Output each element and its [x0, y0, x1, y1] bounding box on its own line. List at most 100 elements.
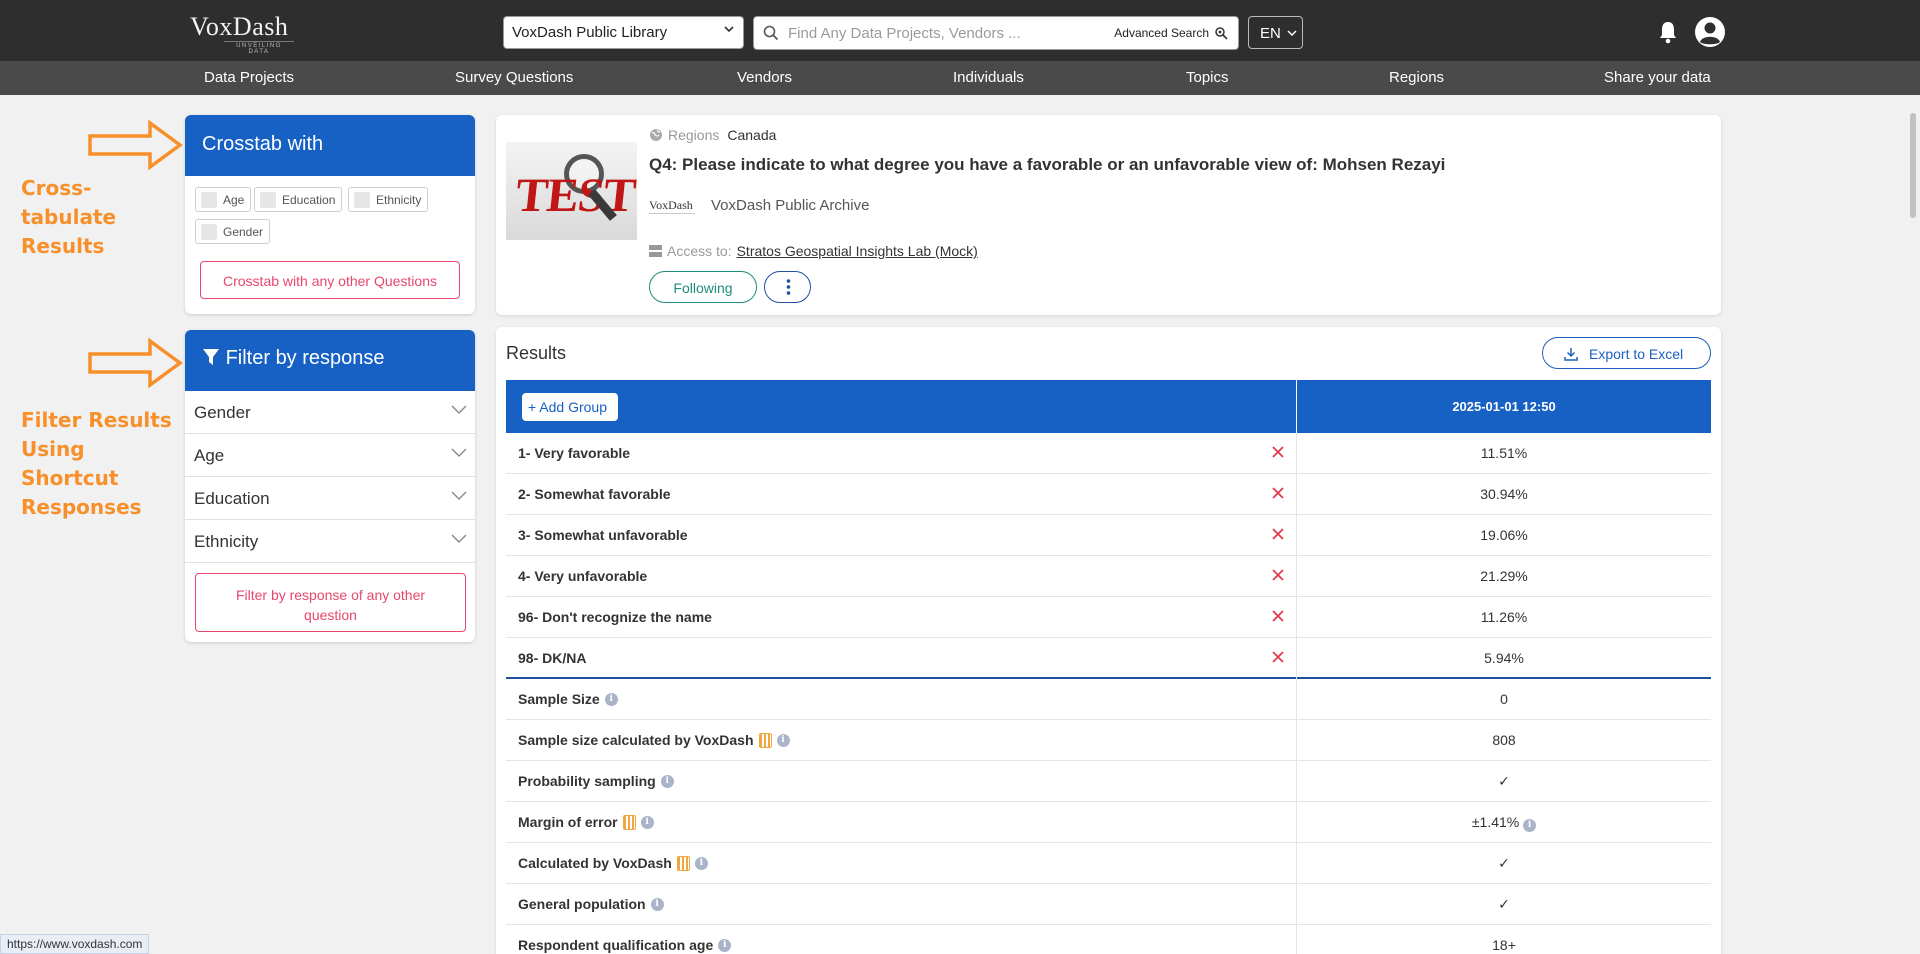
filter-row-education[interactable]: Education: [185, 477, 475, 520]
meta-value: ±1.41%: [1471, 814, 1520, 830]
meta-label: Margin of error: [518, 814, 618, 830]
crosstab-chip-ethnicity[interactable]: Ethnicity: [348, 187, 429, 212]
close-icon[interactable]: [1270, 485, 1286, 501]
language-select[interactable]: EN: [1248, 16, 1303, 49]
info-icon[interactable]: i: [640, 815, 654, 829]
filter-row-gender[interactable]: Gender: [185, 391, 475, 434]
checkbox-icon: [201, 224, 217, 240]
meta-label: General population: [518, 896, 646, 912]
crosstab-annotation: Cross-tabulate Results: [21, 176, 117, 258]
filter-row-age[interactable]: Age: [185, 434, 475, 477]
info-icon[interactable]: i: [660, 774, 674, 788]
nav-individuals[interactable]: Individuals: [953, 69, 1024, 86]
archive-link[interactable]: VoxDash Public Archive: [711, 197, 869, 214]
page-scrollbar[interactable]: [1906, 95, 1920, 954]
meta-row-sample-size: Sample Size i 0: [506, 679, 1711, 720]
crosstab-chip-education[interactable]: Education: [254, 187, 343, 212]
response-value: 21.29%: [1296, 556, 1711, 597]
meta-value: 0: [1296, 679, 1711, 720]
filter-row-label: Age: [194, 446, 225, 465]
meta-row-sample-size-calculated: Sample size calculated by VoxDash i 808: [506, 720, 1711, 761]
response-label: 96- Don't recognize the name: [518, 609, 712, 625]
info-icon[interactable]: i: [1523, 819, 1537, 832]
status-url: https://www.voxdash.com: [0, 934, 150, 954]
meta-row-margin-of-error: Margin of error i ±1.41% i: [506, 802, 1711, 843]
question-title[interactable]: Q4: Please indicate to what degree you h…: [649, 155, 1445, 175]
column-date-header: 2025-01-01 12:50: [1296, 380, 1711, 433]
info-icon[interactable]: i: [694, 856, 708, 870]
annotation-arrow-icon: [88, 338, 183, 388]
crosstab-chip-gender[interactable]: Gender: [195, 219, 271, 244]
info-icon[interactable]: i: [776, 733, 790, 747]
response-value: 11.51%: [1296, 433, 1711, 474]
info-icon[interactable]: i: [718, 938, 732, 952]
response-label: 3- Somewhat unfavorable: [518, 527, 688, 543]
nav-topics[interactable]: Topics: [1186, 69, 1229, 86]
close-icon[interactable]: [1270, 526, 1286, 542]
access-org-link[interactable]: Stratos Geospatial Insights Lab (Mock): [737, 243, 978, 259]
close-icon[interactable]: [1270, 567, 1286, 583]
close-icon[interactable]: [1270, 649, 1286, 665]
calculator-icon: [758, 732, 772, 748]
advanced-search-label: Advanced Search: [1114, 26, 1209, 40]
server-icon: [649, 245, 662, 257]
meta-label: Sample size calculated by VoxDash: [518, 732, 754, 748]
close-icon[interactable]: [1270, 608, 1286, 624]
notification-bell-icon[interactable]: [1657, 20, 1679, 44]
response-row: 2- Somewhat favorable 30.94%: [506, 474, 1711, 515]
region-link[interactable]: Canada: [727, 127, 776, 143]
filter-header: Filter by response: [185, 330, 475, 391]
response-label: 2- Somewhat favorable: [518, 486, 671, 502]
chevron-down-icon: [723, 23, 735, 38]
nav-data-projects[interactable]: Data Projects: [204, 69, 294, 86]
nav-vendors[interactable]: Vendors: [737, 69, 792, 86]
add-group-button[interactable]: + Add Group: [522, 393, 618, 421]
close-icon[interactable]: [1270, 444, 1286, 460]
chevron-down-icon: [1287, 30, 1297, 37]
regions-line: Regions Canada: [649, 127, 776, 143]
crosstab-chip-age[interactable]: Age: [195, 187, 252, 212]
info-icon[interactable]: i: [604, 692, 618, 706]
main-nav: Data Projects Survey Questions Vendors I…: [0, 61, 1920, 95]
nav-regions[interactable]: Regions: [1389, 69, 1444, 86]
filter-row-label: Education: [194, 489, 270, 508]
export-label: Export to Excel: [1589, 346, 1684, 362]
checkmark-icon: ✓: [1296, 843, 1711, 884]
logo-tagline: UNVEILING DATA: [224, 41, 294, 55]
chip-label: Ethnicity: [376, 193, 422, 207]
crosstab-other-questions-button[interactable]: Crosstab with any other Questions: [200, 261, 460, 299]
chevron-down-icon: [451, 534, 467, 543]
advanced-search-button[interactable]: Advanced Search: [1114, 26, 1228, 40]
filter-other-question-button[interactable]: Filter by response of any other question: [195, 573, 466, 632]
search-input[interactable]: [788, 23, 1038, 43]
voxdash-logo[interactable]: VoxDash UNVEILING DATA: [190, 14, 320, 55]
download-icon: [1564, 348, 1578, 361]
response-row: 4- Very unfavorable 21.29%: [506, 556, 1711, 597]
library-select-value: VoxDash Public Library: [512, 24, 668, 41]
search-icon: [763, 25, 779, 41]
chevron-down-icon: [451, 491, 467, 500]
scrollbar-thumb[interactable]: [1910, 113, 1916, 218]
library-select[interactable]: VoxDash Public Library: [503, 16, 744, 49]
user-avatar-icon[interactable]: [1694, 16, 1726, 48]
export-excel-button[interactable]: Export to Excel: [1542, 337, 1711, 369]
access-label: Access to:: [667, 243, 732, 259]
more-options-button[interactable]: [764, 271, 811, 303]
meta-label: Respondent qualification age: [518, 937, 714, 953]
meta-row-general-population: General population i ✓: [506, 884, 1711, 925]
search-box[interactable]: Advanced Search: [753, 16, 1239, 50]
following-button[interactable]: Following: [649, 271, 757, 303]
filter-icon: [203, 349, 219, 365]
chip-label: Gender: [223, 225, 264, 239]
info-icon[interactable]: i: [650, 897, 664, 911]
regions-label: Regions: [668, 127, 720, 143]
settings-search-icon: [1215, 27, 1228, 40]
checkmark-icon: ✓: [1296, 884, 1711, 925]
meta-row-probability-sampling: Probability sampling i ✓: [506, 761, 1711, 802]
nav-share-your-data[interactable]: Share your data: [1604, 69, 1711, 86]
response-label: 98- DK/NA: [518, 650, 587, 666]
filter-row-ethnicity[interactable]: Ethnicity: [185, 520, 475, 563]
checkbox-icon: [354, 192, 370, 208]
response-value: 5.94%: [1296, 638, 1711, 679]
nav-survey-questions[interactable]: Survey Questions: [455, 69, 573, 86]
